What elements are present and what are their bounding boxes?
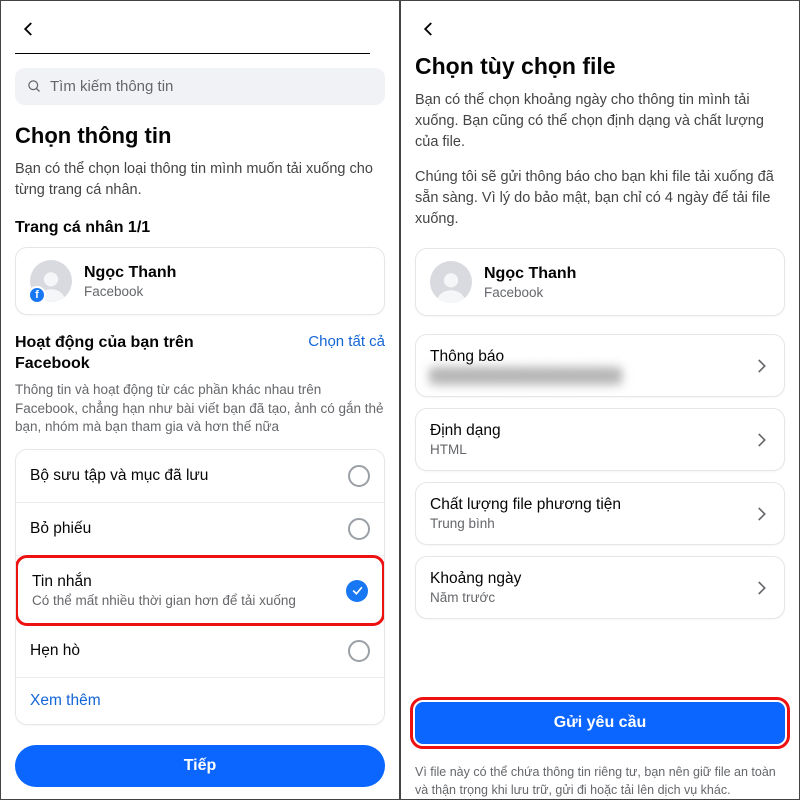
list-item-title: Bỏ phiếu (30, 520, 91, 538)
list-item-sub: Có thể mất nhiều thời gian hơn để tải xu… (32, 593, 296, 608)
option-title: Khoảng ngày (430, 570, 521, 588)
radio-unchecked[interactable] (348, 465, 370, 487)
profile-source: Facebook (84, 284, 176, 299)
profile-name: Ngọc Thanh (84, 264, 176, 282)
profile-source: Facebook (484, 285, 576, 300)
avatar (430, 261, 472, 303)
submit-request-button[interactable]: Gửi yêu cầu (415, 702, 785, 744)
footer-note: Vì file này có thể chứa thông tin riêng … (415, 764, 785, 799)
page-desc: Bạn có thể chọn loại thông tin mình muốn… (15, 159, 385, 201)
activity-sub: Thông tin và hoạt động từ các phần khác … (15, 381, 385, 438)
header-divider (15, 53, 370, 54)
chevron-right-icon (752, 357, 770, 375)
profile-card[interactable]: f Ngọc Thanh Facebook (15, 247, 385, 315)
search-input[interactable]: Tìm kiếm thông tin (15, 68, 385, 105)
section-label: Trang cá nhân 1/1 (15, 219, 385, 237)
option-title: Thông báo (430, 348, 621, 366)
next-button[interactable]: Tiếp (15, 745, 385, 787)
see-more-label: Xem thêm (30, 692, 101, 710)
facebook-badge-icon: f (28, 286, 46, 304)
list-item-title: Hẹn hò (30, 642, 80, 660)
option-sub: ████████████████████ (430, 368, 621, 383)
page-title: Chọn tùy chọn file (415, 53, 785, 80)
page-desc-1: Bạn có thể chọn khoảng ngày cho thông ti… (415, 90, 785, 153)
list-item-dating[interactable]: Hẹn hò (16, 625, 384, 678)
check-icon (351, 584, 364, 597)
avatar: f (30, 260, 72, 302)
list-item-messages[interactable]: Tin nhắn Có thể mất nhiều thời gian hơn … (15, 555, 385, 626)
option-date-range[interactable]: Khoảng ngày Năm trước (415, 556, 785, 619)
list-item-collections[interactable]: Bộ sưu tập và mục đã lưu (16, 450, 384, 503)
radio-unchecked[interactable] (348, 518, 370, 540)
list-item-voting[interactable]: Bỏ phiếu (16, 503, 384, 556)
option-title: Định dạng (430, 422, 501, 440)
chevron-right-icon (752, 505, 770, 523)
search-placeholder: Tìm kiếm thông tin (50, 78, 173, 95)
select-all-link[interactable]: Chọn tất cả (308, 333, 385, 350)
screen-inner: Chọn tùy chọn file Bạn có thể chọn khoản… (401, 1, 799, 799)
see-more-link[interactable]: Xem thêm (16, 678, 384, 724)
chevron-left-icon (20, 20, 38, 38)
search-icon (27, 79, 42, 94)
list-item-title: Bộ sưu tập và mục đã lưu (30, 467, 208, 485)
back-button[interactable] (415, 15, 443, 43)
profile-name: Ngọc Thanh (484, 265, 576, 283)
option-format[interactable]: Định dạng HTML (415, 408, 785, 471)
screen-select-info: Tìm kiếm thông tin Chọn thông tin Bạn có… (0, 0, 400, 800)
profile-card[interactable]: Ngọc Thanh Facebook (415, 248, 785, 316)
list-item-title: Tin nhắn (32, 573, 296, 591)
page-title: Chọn thông tin (15, 123, 385, 149)
activity-heading: Hoạt động của bạn trên Facebook (15, 333, 265, 375)
info-list: Bộ sưu tập và mục đã lưu Bỏ phiếu Tin nh… (15, 449, 385, 725)
person-icon (434, 269, 468, 303)
screen-inner: Tìm kiếm thông tin Chọn thông tin Bạn có… (1, 1, 399, 799)
chevron-right-icon (752, 579, 770, 597)
radio-checked[interactable] (346, 580, 368, 602)
option-sub: Trung bình (430, 516, 621, 531)
screen-file-options: Chọn tùy chọn file Bạn có thể chọn khoản… (400, 0, 800, 800)
radio-unchecked[interactable] (348, 640, 370, 662)
options-list: Thông báo ████████████████████ Định dạng… (415, 334, 785, 619)
option-sub: HTML (430, 442, 501, 457)
option-notification[interactable]: Thông báo ████████████████████ (415, 334, 785, 397)
page-desc-2: Chúng tôi sẽ gửi thông báo cho bạn khi f… (415, 167, 785, 230)
back-button[interactable] (15, 15, 43, 43)
chevron-right-icon (752, 431, 770, 449)
option-sub: Năm trước (430, 590, 521, 605)
chevron-left-icon (420, 20, 438, 38)
option-media-quality[interactable]: Chất lượng file phương tiện Trung bình (415, 482, 785, 545)
option-title: Chất lượng file phương tiện (430, 496, 621, 514)
